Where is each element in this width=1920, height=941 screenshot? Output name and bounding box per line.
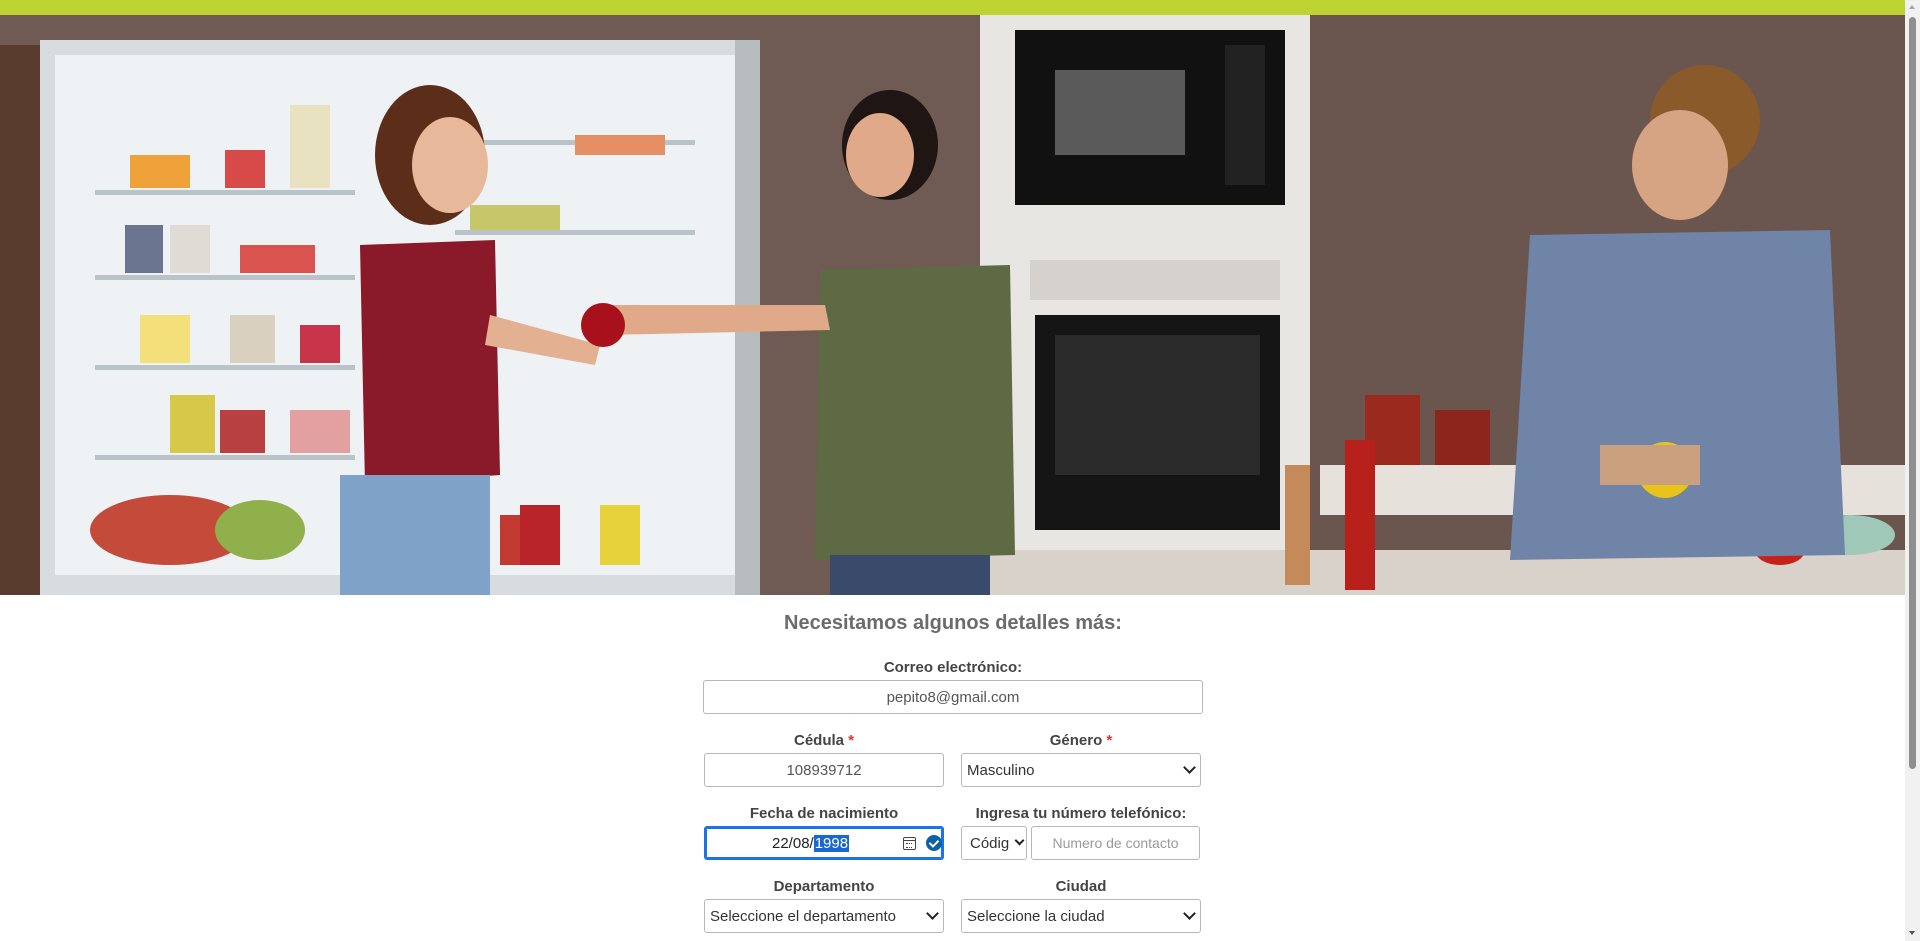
ciudad-select[interactable]: Seleccione la ciudad (961, 899, 1201, 933)
cedula-field[interactable]: 108939712 (704, 753, 944, 787)
phone-code-select[interactable]: Códig (961, 826, 1027, 860)
telefono-label: Ingresa tu número telefónico: (975, 805, 1187, 822)
departamento-label: Departamento (773, 878, 875, 895)
chevron-down-icon (1183, 761, 1196, 774)
calendar-icon[interactable] (903, 837, 916, 850)
genero-label-text: Género (1049, 732, 1103, 749)
departamento-select[interactable]: Seleccione el departamento (704, 899, 944, 933)
genero-value: Masculino (967, 761, 1035, 779)
check-circle-icon (926, 835, 942, 851)
form-title: Necesitamos algunos detalles más: (784, 612, 1122, 634)
scrollbar-thumb[interactable] (1909, 17, 1916, 769)
birthdate-input[interactable]: 22/08/1998 (704, 826, 944, 860)
email-field[interactable]: pepito8@gmail.com (703, 680, 1203, 714)
phone-number-input[interactable]: Numero de contacto (1031, 826, 1200, 860)
scroll-up-arrow-icon[interactable] (1905, 0, 1920, 15)
phone-number-placeholder: Numero de contacto (1052, 835, 1179, 851)
chevron-down-icon (1014, 835, 1025, 846)
vertical-scrollbar[interactable] (1905, 0, 1920, 941)
genero-label: Género * (961, 732, 1201, 749)
birthdate-day-month: 22/08/ (772, 835, 814, 852)
email-value: pepito8@gmail.com (886, 688, 1020, 706)
cedula-label: Cédula * (704, 732, 944, 749)
chevron-down-icon (1183, 907, 1196, 920)
birthdate-value: 22/08/1998 (772, 835, 850, 852)
departamento-value: Seleccione el departamento (710, 907, 896, 925)
fecha-label: Fecha de nacimiento (749, 805, 899, 822)
email-label: Correo electrónico: (883, 659, 1023, 676)
top-accent-bar (0, 0, 1905, 15)
genero-select[interactable]: Masculino (961, 753, 1201, 787)
cedula-label-text: Cédula (793, 732, 844, 749)
scroll-down-arrow-icon[interactable] (1905, 926, 1920, 941)
hero-kitchen-illustration (0, 15, 1905, 595)
hero-image (0, 15, 1905, 595)
phone-code-value: Códig (970, 834, 1010, 852)
ciudad-label: Ciudad (1055, 878, 1107, 895)
ciudad-value: Seleccione la ciudad (967, 907, 1105, 925)
chevron-down-icon (926, 907, 939, 920)
cedula-value: 108939712 (786, 761, 862, 779)
cedula-required-mark: * (848, 732, 855, 749)
genero-required-mark: * (1106, 732, 1113, 749)
birthdate-year-selected[interactable]: 1998 (813, 835, 850, 852)
